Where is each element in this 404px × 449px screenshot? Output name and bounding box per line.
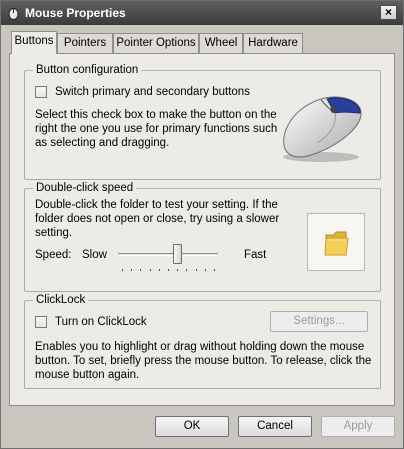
cancel-button[interactable]: Cancel xyxy=(238,416,312,437)
slider-tick xyxy=(150,269,151,271)
switch-buttons-checkbox[interactable] xyxy=(35,86,47,98)
ok-button[interactable]: OK xyxy=(155,416,229,437)
slider-tick xyxy=(214,269,215,271)
slider-tick xyxy=(196,269,197,271)
clicklock-description-line-3: mouse button again. xyxy=(35,369,140,381)
tab-pointers-label: Pointers xyxy=(63,37,107,49)
folder-icon[interactable] xyxy=(324,229,350,257)
tab-wheel[interactable]: Wheel xyxy=(199,33,243,53)
fast-label: Fast xyxy=(244,249,267,261)
button-config-description-line-1: Select this check box to make the button… xyxy=(35,109,277,121)
clicklock-group: ClickLock Turn on ClickLock Settings... … xyxy=(24,294,381,389)
speed-label: Speed: xyxy=(35,249,72,261)
slider-tick xyxy=(177,269,178,271)
apply-button[interactable]: Apply xyxy=(321,416,395,437)
buttons-tab-panel: Button configuration Switch primary and … xyxy=(9,53,395,406)
double-click-speed-group: Double-click speed Double-click the fold… xyxy=(24,182,381,292)
window-title: Mouse Properties xyxy=(25,6,126,20)
clicklock-description-line-1: Enables you to highlight or drag without… xyxy=(35,341,365,353)
slow-label: Slow xyxy=(82,249,107,261)
tab-buttons[interactable]: Buttons xyxy=(11,31,57,54)
apply-button-label: Apply xyxy=(343,420,373,432)
clicklock-legend: ClickLock xyxy=(33,294,89,306)
tab-hardware-label: Hardware xyxy=(248,37,298,49)
tab-hardware[interactable]: Hardware xyxy=(243,33,303,53)
slider-tick xyxy=(168,269,169,271)
cancel-button-label: Cancel xyxy=(257,420,293,432)
ok-button-label: OK xyxy=(183,420,201,432)
tab-pointers[interactable]: Pointers xyxy=(57,33,113,53)
slider-tick xyxy=(205,269,206,271)
clicklock-checkbox[interactable] xyxy=(35,316,47,328)
slider-tick xyxy=(140,269,141,271)
mouse-properties-window: Mouse Properties × Buttons Pointers Poin… xyxy=(0,0,404,449)
title-bar[interactable]: Mouse Properties × xyxy=(1,1,403,25)
clicklock-settings-button[interactable]: Settings... xyxy=(270,311,368,332)
slider-track xyxy=(118,253,218,256)
tab-strip: Buttons Pointers Pointer Options Wheel H… xyxy=(9,31,399,54)
clicklock-description-line-2: button. To set, briefly press the mouse … xyxy=(35,355,372,367)
settings-button-label: Settings... xyxy=(293,315,345,327)
close-button[interactable]: × xyxy=(380,5,397,20)
button-configuration-group: Button configuration Switch primary and … xyxy=(24,64,381,180)
double-click-description-line-3: setting. xyxy=(35,227,73,239)
slider-ticks xyxy=(118,269,218,271)
close-icon: × xyxy=(384,5,392,19)
double-click-speed-legend: Double-click speed xyxy=(33,182,137,194)
double-click-description-line-2: folder does not open or close, try using… xyxy=(35,213,280,225)
tab-buttons-label: Buttons xyxy=(14,35,54,47)
clicklock-label[interactable]: Turn on ClickLock xyxy=(55,315,147,329)
mouse-icon xyxy=(283,96,362,162)
tab-pointer-options[interactable]: Pointer Options xyxy=(113,33,199,53)
test-folder-area[interactable] xyxy=(307,213,365,271)
tab-wheel-label: Wheel xyxy=(204,37,238,49)
mouse-app-icon xyxy=(8,8,19,20)
double-click-speed-slider[interactable] xyxy=(118,244,218,273)
button-config-description-line-3: as selecting and dragging. xyxy=(35,137,170,149)
double-click-description-line-1: Double-click the folder to test your set… xyxy=(35,199,278,211)
slider-thumb[interactable] xyxy=(173,244,182,264)
tab-pointer-options-label: Pointer Options xyxy=(116,37,196,49)
slider-tick xyxy=(186,269,187,271)
switch-buttons-label[interactable]: Switch primary and secondary buttons xyxy=(55,85,250,99)
button-config-description-line-2: right the one you use for primary functi… xyxy=(35,123,278,135)
button-configuration-legend: Button configuration xyxy=(33,64,142,76)
slider-tick xyxy=(122,269,123,271)
slider-tick xyxy=(159,269,160,271)
slider-tick xyxy=(131,269,132,271)
